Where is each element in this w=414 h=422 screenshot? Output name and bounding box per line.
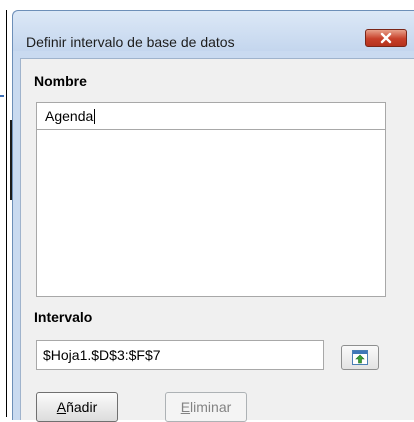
- close-icon: [380, 32, 392, 44]
- shrink-button[interactable]: [341, 345, 379, 370]
- add-button-accel: A: [56, 399, 67, 415]
- dialog-content: Nombre Agenda Intervalo $Hoja1.$D$3:$F$7…: [20, 58, 414, 422]
- delete-button-accel: E: [180, 399, 191, 415]
- delete-button[interactable]: Eliminar: [165, 392, 247, 422]
- add-button-label: ñadir: [66, 399, 98, 415]
- spreadsheet-gridline: [6, 10, 7, 417]
- spreadsheet-cell-marker: [0, 95, 4, 97]
- range-input-value: $Hoja1.$D$3:$F$7: [43, 347, 161, 363]
- define-database-range-dialog: Definir intervalo de base de datos Nombr…: [12, 10, 414, 422]
- database-names-list[interactable]: [36, 130, 386, 297]
- shrink-icon: [352, 350, 368, 365]
- dialog-title: Definir intervalo de base de datos: [26, 34, 235, 50]
- add-button[interactable]: Añadir: [36, 392, 118, 422]
- range-section-label: Intervalo: [34, 309, 93, 325]
- close-button[interactable]: [365, 29, 407, 47]
- name-input[interactable]: Agenda: [36, 102, 386, 130]
- name-input-value: Agenda: [45, 108, 94, 124]
- title-bar[interactable]: Definir intervalo de base de datos: [13, 11, 414, 51]
- range-input[interactable]: $Hoja1.$D$3:$F$7: [36, 340, 324, 370]
- delete-button-label: liminar: [190, 399, 232, 415]
- text-caret: [94, 109, 96, 124]
- name-section-label: Nombre: [34, 73, 87, 89]
